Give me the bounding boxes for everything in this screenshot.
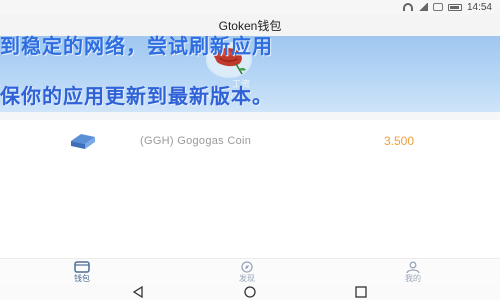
token-balance: 3.500 [384,134,415,148]
token-cube-icon [71,134,95,149]
token-name: (GGH) Gogogas Coin [140,135,252,147]
battery-icon [447,3,462,11]
tab-me-label: 我的 [405,274,421,283]
status-bar: 14:54 [0,0,500,14]
back-icon[interactable] [131,286,145,298]
separator [0,112,500,120]
me-icon [406,261,420,273]
update-notice: 保你的应用更新到最新版本。 [0,84,273,108]
wallet-icon [74,261,90,273]
recent-apps-icon[interactable] [354,286,368,298]
discover-icon [241,261,253,273]
system-nav-bar [0,284,500,300]
token-row[interactable]: (GGH) Gogogas Coin 3.500 [0,126,500,156]
tab-wallet-label: 钱包 [74,274,90,283]
signal-icon [417,3,428,11]
tab-me[interactable]: 我的 [373,261,453,285]
tab-discover[interactable]: 发现 [207,261,287,285]
tab-discover-label: 发现 [239,274,255,283]
network-notice: 到稳定的网络，尝试刷新应用 [0,34,273,58]
sim-icon [432,3,443,11]
tab-bar: 钱包 发现 我的 [0,258,500,284]
wifi-icon [402,3,413,11]
status-time: 14:54 [466,1,492,13]
home-icon[interactable] [243,286,257,298]
tab-wallet[interactable]: 钱包 [42,261,122,285]
